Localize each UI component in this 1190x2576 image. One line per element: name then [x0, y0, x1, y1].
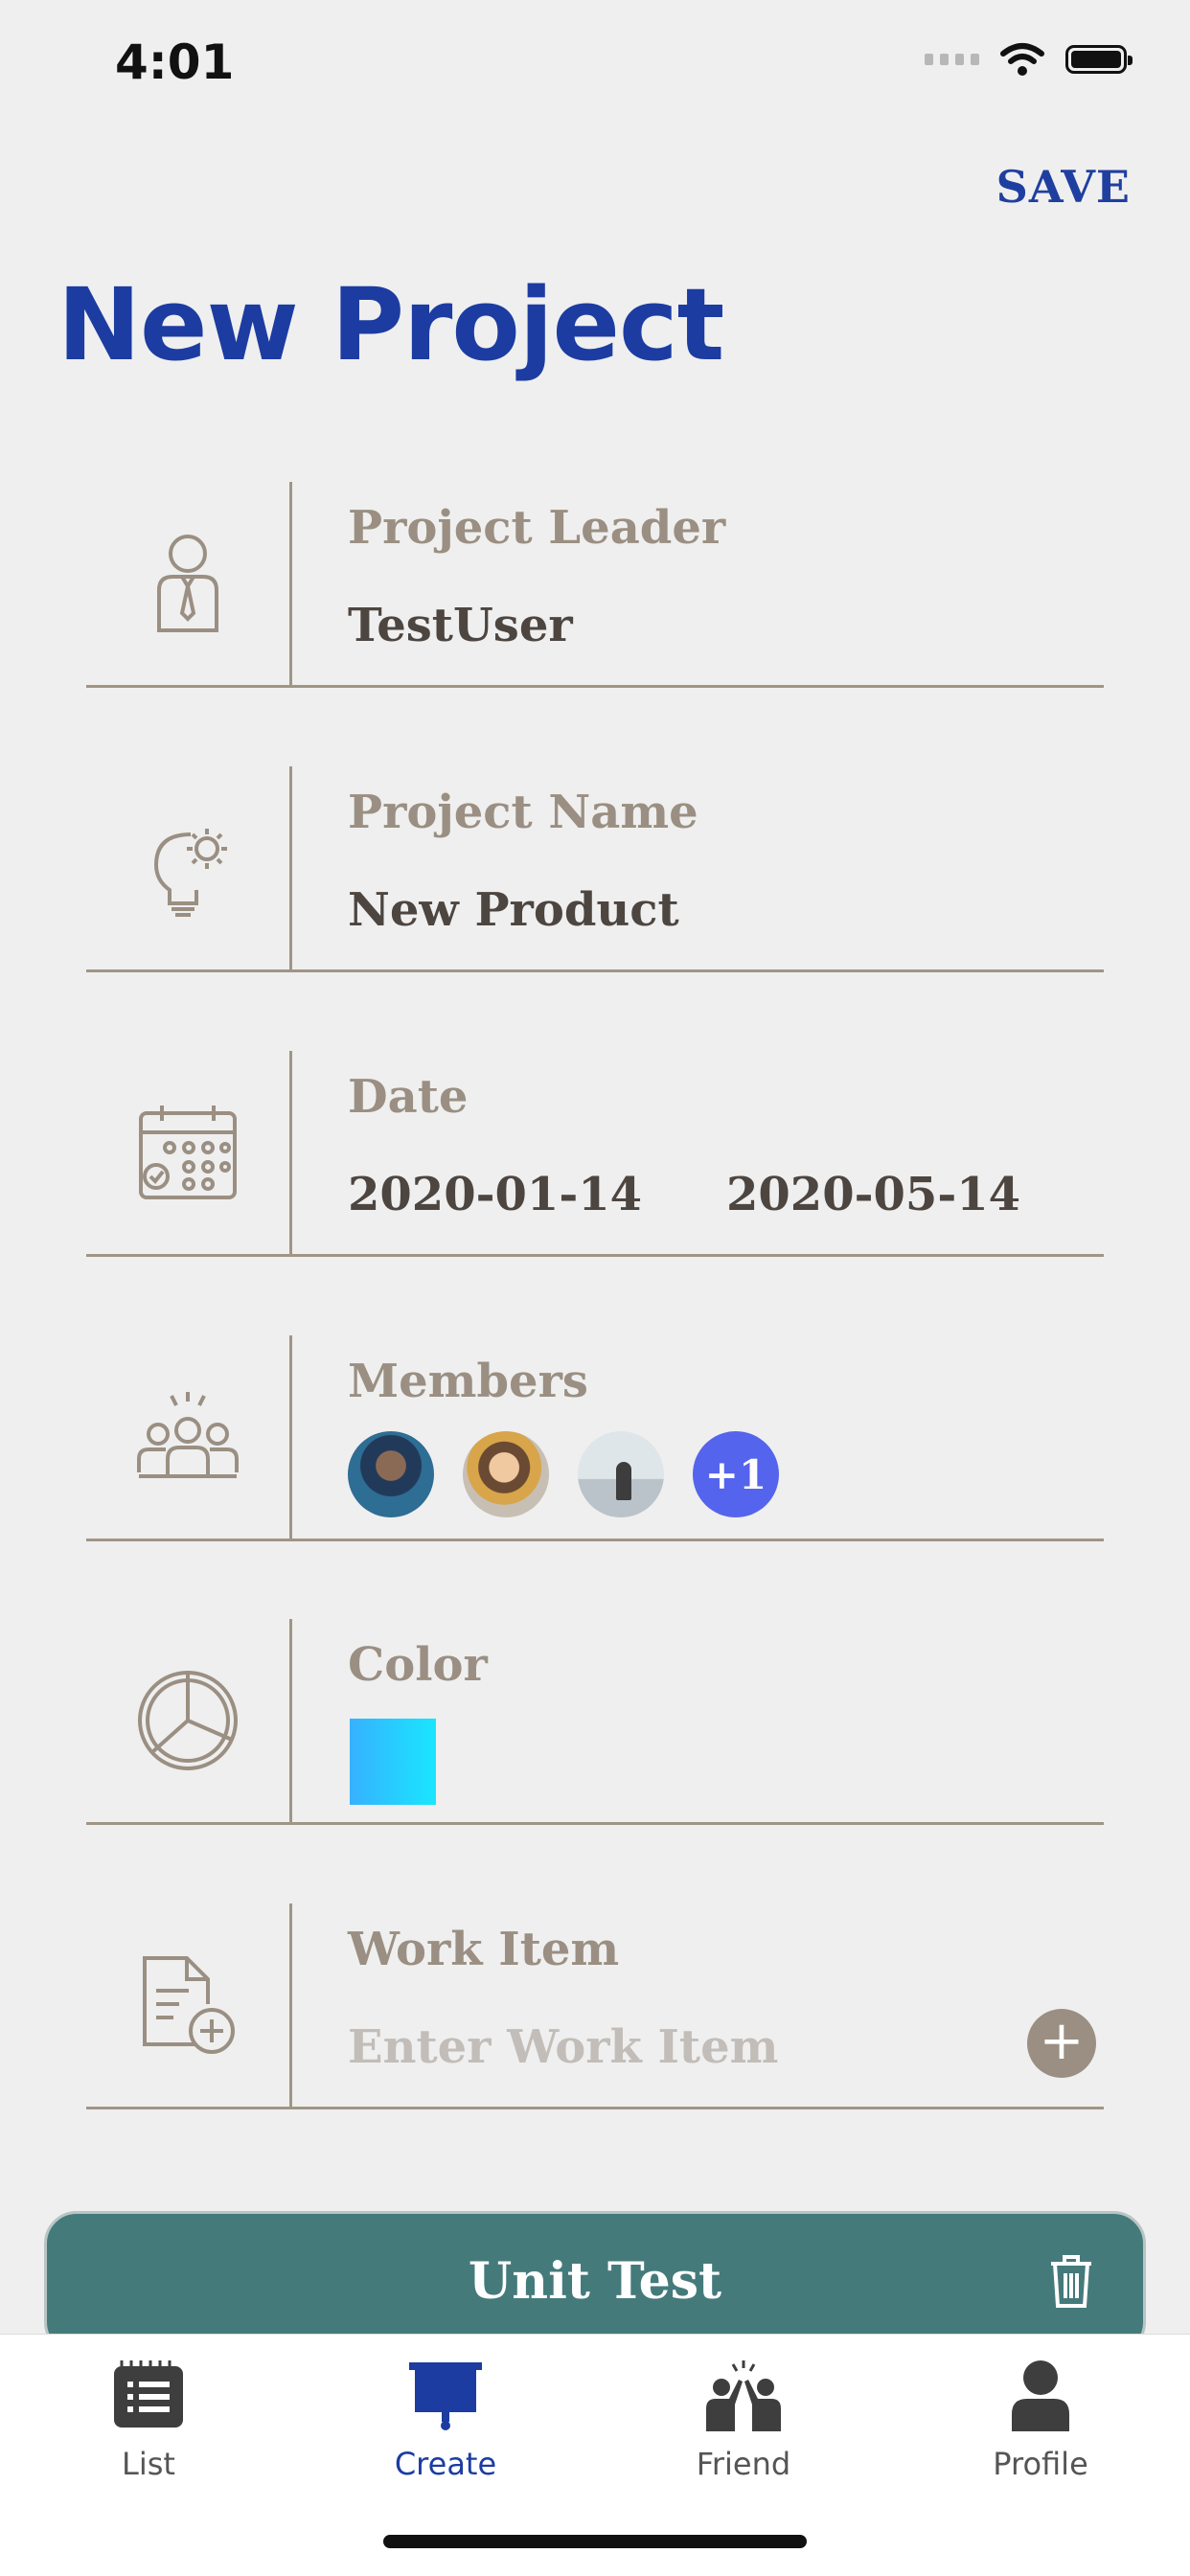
- date-icon-cell: [86, 1051, 292, 1254]
- work-item-input[interactable]: Enter Work Item: [348, 2020, 778, 2074]
- end-date[interactable]: 2020-05-14: [726, 1168, 1020, 1221]
- work-item-row[interactable]: Work Item Enter Work Item +: [86, 1904, 1104, 2109]
- create-icon: [409, 2362, 482, 2430]
- member-avatar[interactable]: [463, 1431, 549, 1517]
- add-document-icon: [143, 1956, 235, 2054]
- tab-friend[interactable]: Friend: [648, 2352, 839, 2482]
- project-name-row[interactable]: Project Name New Product: [86, 766, 1104, 972]
- page-title: New Project: [57, 266, 724, 383]
- status-time: 4:01: [115, 34, 235, 90]
- more-members-badge[interactable]: +1: [693, 1431, 779, 1517]
- leader-icon: [157, 535, 218, 632]
- member-avatar[interactable]: [578, 1431, 664, 1517]
- date-label: Date: [348, 1070, 469, 1124]
- trash-icon[interactable]: [1047, 2252, 1095, 2310]
- profile-icon: [1012, 2360, 1069, 2431]
- tab-label: Friend: [696, 2446, 791, 2482]
- status-icons: [925, 42, 1133, 77]
- leader-value[interactable]: TestUser: [348, 599, 573, 652]
- save-button[interactable]: SAVE: [996, 161, 1131, 213]
- color-row[interactable]: Color: [86, 1619, 1104, 1825]
- tab-label: Profile: [993, 2446, 1088, 2482]
- add-work-item-button[interactable]: +: [1027, 2009, 1096, 2078]
- start-date[interactable]: 2020-01-14: [348, 1168, 642, 1221]
- color-label: Color: [348, 1638, 488, 1692]
- member-avatar[interactable]: [348, 1431, 434, 1517]
- home-indicator: [383, 2535, 807, 2548]
- tab-list[interactable]: List: [53, 2352, 244, 2482]
- list-icon: [114, 2360, 183, 2428]
- friend-icon: [706, 2360, 781, 2431]
- work-item-label: Work Item: [348, 1923, 620, 1976]
- tab-label: Create: [394, 2446, 497, 2482]
- members-icon-cell: [86, 1335, 292, 1539]
- member-avatars: +1: [348, 1431, 779, 1517]
- pie-chart-icon: [138, 1671, 238, 1770]
- lightbulb-gear-icon: [153, 829, 227, 917]
- signal-icon: [925, 54, 979, 65]
- tab-profile[interactable]: Profile: [945, 2352, 1136, 2482]
- project-leader-row[interactable]: Project Leader TestUser: [86, 482, 1104, 688]
- members-label: Members: [348, 1355, 588, 1408]
- color-icon-cell: [86, 1619, 292, 1822]
- name-label: Project Name: [348, 786, 698, 839]
- name-value[interactable]: New Product: [348, 883, 679, 937]
- color-swatch[interactable]: [350, 1719, 436, 1805]
- tab-create[interactable]: Create: [350, 2352, 541, 2482]
- work-item-title: Unit Test: [468, 2252, 722, 2311]
- date-row[interactable]: Date 2020-01-14 2020-05-14: [86, 1051, 1104, 1257]
- battery-icon: [1065, 45, 1133, 74]
- wifi-icon: [1000, 43, 1044, 76]
- name-icon-cell: [86, 766, 292, 969]
- work-item-icon-cell: [86, 1904, 292, 2107]
- leader-icon-cell: [86, 482, 292, 685]
- members-icon: [137, 1392, 239, 1478]
- calendar-icon: [139, 1106, 237, 1199]
- leader-label: Project Leader: [348, 501, 726, 555]
- members-row[interactable]: Members +1: [86, 1335, 1104, 1541]
- tab-label: List: [122, 2446, 175, 2482]
